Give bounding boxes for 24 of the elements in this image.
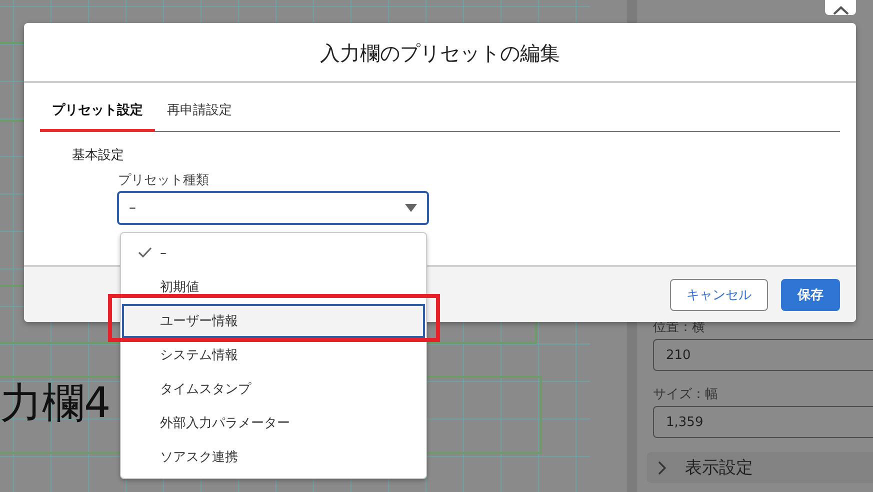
tab[interactable]: プリセット設定 <box>40 93 155 132</box>
section-title: 表示設定 <box>685 457 753 479</box>
menu-option[interactable]: タイムスタンプ <box>122 372 425 406</box>
collapse-button[interactable] <box>825 0 856 15</box>
dialog-title: 入力欄のプリセットの編集 <box>320 40 560 66</box>
section-title: 基本設定 <box>72 147 125 164</box>
chevron-icon <box>832 6 848 15</box>
section-header[interactable]: 表示設定 <box>647 452 873 483</box>
menu-option[interactable]: 初期値 <box>122 270 425 304</box>
menu-option[interactable]: システム情報 <box>122 338 425 372</box>
menu-option[interactable]: – <box>122 236 425 270</box>
dropdown-icon <box>405 204 417 212</box>
save-button[interactable]: 保存 <box>781 278 840 310</box>
tab[interactable]: 再申請設定 <box>155 93 244 132</box>
field-label: サイズ：幅 <box>653 386 719 403</box>
field-label: プリセット種類 <box>118 172 210 189</box>
menu-option[interactable]: ソアスク連携 <box>122 440 425 474</box>
menu-option[interactable]: ユーザー情報 <box>122 304 425 338</box>
menu-option[interactable]: 外部入力パラメーター <box>122 406 425 440</box>
select-field[interactable]: – <box>117 191 429 225</box>
input-field[interactable]: 1,359 <box>653 406 873 438</box>
canvas-text: 力欄4 <box>0 382 111 424</box>
cancel-button[interactable]: キャンセル <box>670 278 768 310</box>
input-field[interactable]: 210 <box>653 339 873 371</box>
